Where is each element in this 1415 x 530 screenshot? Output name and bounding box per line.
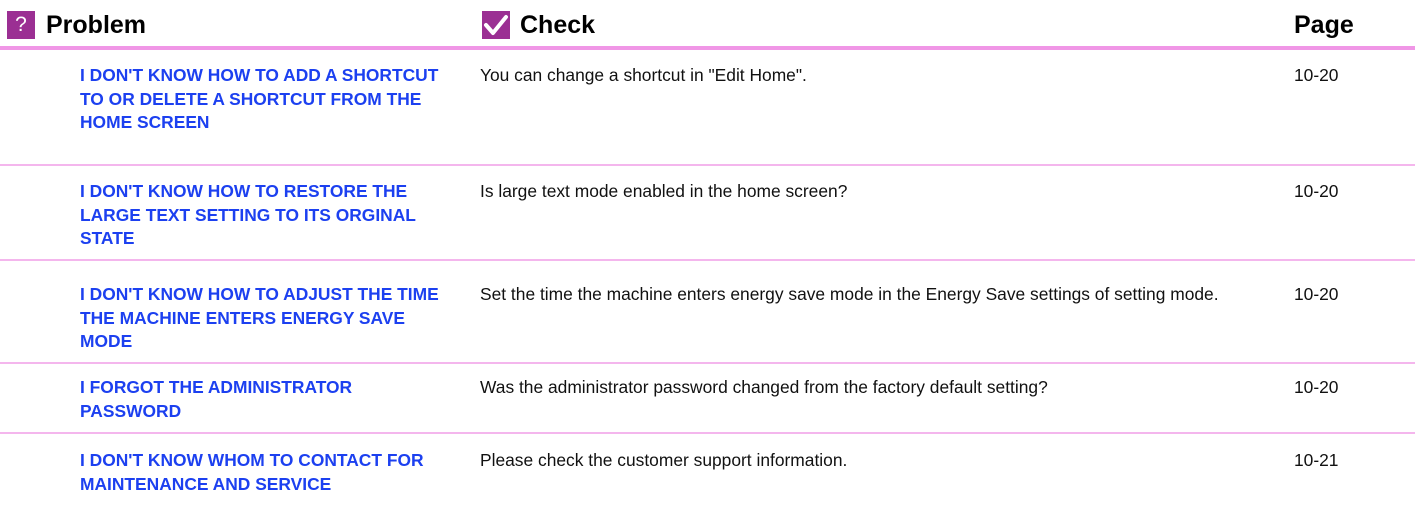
page-column-header: Page [1294, 11, 1354, 39]
checkmark-icon [482, 11, 510, 39]
row-divider [0, 432, 1415, 434]
check-text: Is large text mode enabled in the home s… [480, 181, 848, 201]
check-text: Please check the customer support inform… [480, 450, 848, 470]
problem-link[interactable]: I DON'T KNOW HOW TO RESTORE THE LARGE TE… [80, 180, 440, 251]
problem-link[interactable]: I DON'T KNOW HOW TO ADD A SHORTCUT TO OR… [80, 64, 440, 135]
problem-link[interactable]: I DON'T KNOW HOW TO ADJUST THE TIME THE … [80, 283, 440, 354]
page-reference: 10-20 [1294, 181, 1339, 201]
table-header: ? Problem Check Page [0, 0, 1415, 44]
page-reference: 10-20 [1294, 377, 1339, 397]
check-text: Was the administrator password changed f… [480, 377, 1048, 397]
question-mark-icon: ? [7, 11, 35, 39]
header-divider [0, 46, 1415, 50]
row-divider [0, 362, 1415, 364]
check-text: You can change a shortcut in "Edit Home"… [480, 65, 807, 85]
check-column-header: Check [520, 11, 596, 39]
check-text: Set the time the machine enters energy s… [480, 284, 1219, 304]
row-divider [0, 259, 1415, 261]
page-reference: 10-20 [1294, 284, 1339, 304]
page-reference: 10-21 [1294, 450, 1339, 470]
row-divider [0, 164, 1415, 166]
problem-column-header: Problem [46, 11, 147, 39]
page-reference: 10-20 [1294, 65, 1339, 85]
problem-link[interactable]: I DON'T KNOW WHOM TO CONTACT FOR MAINTEN… [80, 449, 440, 496]
problem-link[interactable]: I FORGOT THE ADMINISTRATOR PASSWORD [80, 376, 440, 423]
